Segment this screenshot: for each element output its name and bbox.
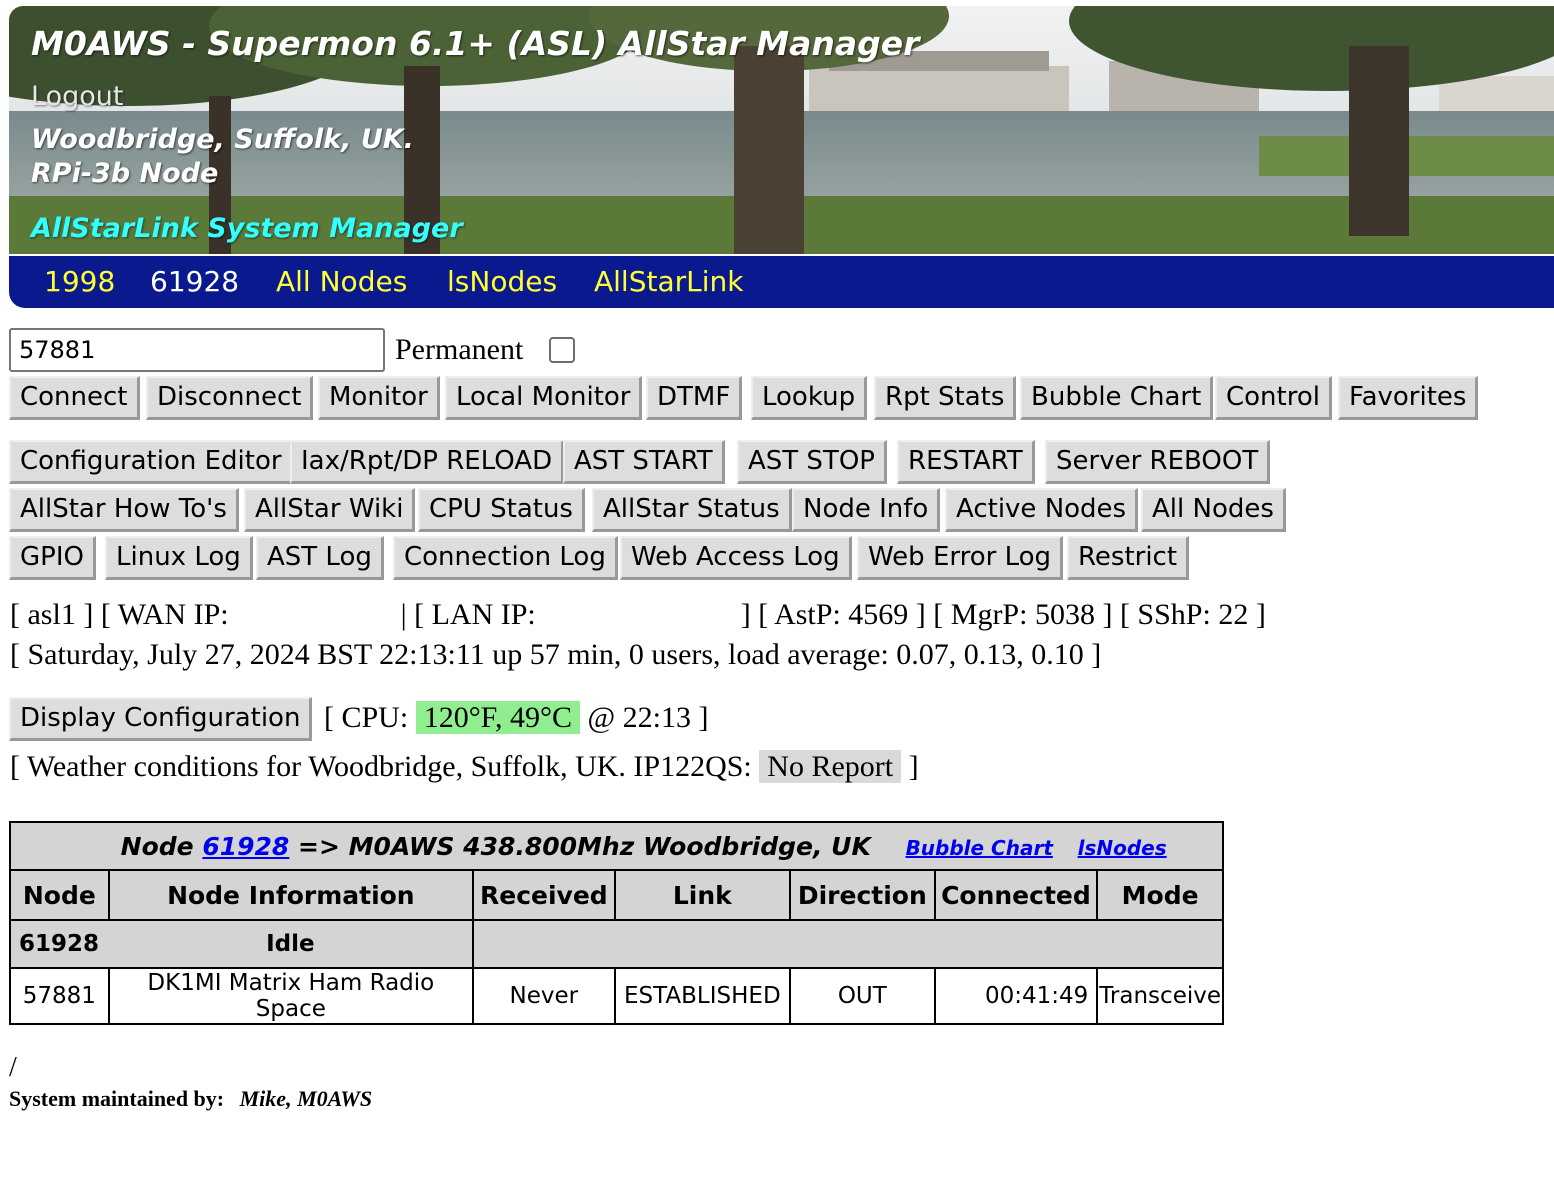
allstar-howtos-button[interactable]: AllStar How To's — [9, 488, 239, 532]
maintained-label: System maintained by: — [9, 1086, 225, 1111]
row-node: 57881 — [9, 967, 110, 1025]
cpu-time: @ 22:13 ] — [587, 701, 709, 734]
allstar-status-button[interactable]: AllStar Status — [592, 488, 792, 532]
maintainer-name: Mike, M0AWS — [239, 1086, 373, 1111]
monitor-button[interactable]: Monitor — [318, 376, 440, 420]
local-node-number: 61928 — [9, 919, 109, 969]
local-monitor-button[interactable]: Local Monitor — [445, 376, 643, 420]
configuration-editor-button[interactable]: Configuration Editor — [9, 440, 294, 484]
permanent-checkbox[interactable] — [549, 337, 575, 363]
node-hardware: RPi-3b Node — [31, 158, 219, 189]
caption-prefix: Node — [120, 831, 194, 861]
caption-lsnodes-link[interactable]: lsNodes — [1078, 836, 1167, 860]
table-header-row: Node Node Information Received Link Dire… — [9, 869, 1224, 921]
all-nodes-button[interactable]: All Nodes — [1141, 488, 1286, 532]
row-mode: Transceive — [1096, 967, 1224, 1025]
connection-log-button[interactable]: Connection Log — [393, 536, 618, 580]
table-row: 57881 DK1MI Matrix Ham Radio Space Never… — [9, 967, 1224, 1025]
node-info-button[interactable]: Node Info — [792, 488, 941, 532]
table-caption: Node 61928 => M0AWS 438.800Mhz Woodbridg… — [108, 821, 1225, 871]
site-subtitle: AllStarLink System Manager — [31, 213, 463, 244]
table-row-local-node: 61928 Idle — [9, 919, 1224, 969]
caption-bubble-chart-link[interactable]: Bubble Chart — [906, 836, 1053, 860]
bubble-chart-button[interactable]: Bubble Chart — [1020, 376, 1214, 420]
col-header-direction: Direction — [789, 869, 936, 921]
cpu-temp-badge: 120°F, 49°C — [415, 701, 580, 734]
cpu-label: [ CPU: — [324, 701, 409, 734]
cpu-temp-line: [ CPU: 120°F, 49°C @ 22:13 ] — [324, 701, 708, 735]
dtmf-button[interactable]: DTMF — [646, 376, 743, 420]
local-node-state: Idle — [108, 919, 475, 969]
node-status-table: Node 61928 => M0AWS 438.800Mhz Woodbridg… — [9, 821, 1225, 1025]
nav-bar: 1998 61928 All Nodes lsNodes AllStarLink — [9, 256, 1554, 308]
row-received: Never — [472, 967, 616, 1025]
favorites-button[interactable]: Favorites — [1338, 376, 1479, 420]
gpio-button[interactable]: GPIO — [9, 536, 96, 580]
active-nodes-button[interactable]: Active Nodes — [945, 488, 1139, 532]
row-node-information: DK1MI Matrix Ham Radio Space — [107, 967, 475, 1025]
ast-log-button[interactable]: AST Log — [256, 536, 384, 580]
server-reboot-button[interactable]: Server REBOOT — [1045, 440, 1271, 484]
nav-link-61928[interactable]: 61928 — [150, 265, 239, 298]
site-title: M0AWS - Supermon 6.1+ (ASL) AllStar Mana… — [31, 24, 920, 63]
weather-close: ] — [908, 750, 919, 783]
linux-log-button[interactable]: Linux Log — [105, 536, 253, 580]
caption-description: => M0AWS 438.800Mhz Woodbridge, UK — [298, 831, 871, 861]
control-button[interactable]: Control — [1215, 376, 1332, 420]
col-header-node: Node — [9, 869, 110, 921]
lan-ip-label: | [ LAN IP: — [400, 598, 536, 631]
web-error-log-button[interactable]: Web Error Log — [857, 536, 1064, 580]
disconnect-button[interactable]: Disconnect — [146, 376, 314, 420]
rpt-stats-button[interactable]: Rpt Stats — [874, 376, 1017, 420]
weather-line: [ Weather conditions for Woodbridge, Suf… — [10, 750, 919, 784]
ast-stop-button[interactable]: AST STOP — [737, 440, 887, 484]
restrict-button[interactable]: Restrict — [1067, 536, 1190, 580]
header-banner: M0AWS - Supermon 6.1+ (ASL) AllStar Mana… — [9, 6, 1554, 254]
table-caption-row: Node 61928 => M0AWS 438.800Mhz Woodbridg… — [9, 821, 1225, 871]
display-configuration-button[interactable]: Display Configuration — [9, 697, 313, 741]
server-info-line: [ asl1 ] [ WAN IP: | [ LAN IP: ] [ AstP: 4… — [10, 598, 1266, 632]
weather-label: [ Weather conditions for Woodbridge, Suf… — [10, 750, 752, 783]
caption-node-link[interactable]: 61928 — [202, 832, 289, 861]
row-link: ESTABLISHED — [613, 967, 792, 1025]
wan-ip-label: [ WAN IP: — [100, 598, 229, 631]
weather-badge: No Report — [759, 750, 902, 783]
caption-spacer — [9, 821, 109, 871]
row-connected: 00:41:49 — [933, 967, 1099, 1025]
col-header-mode: Mode — [1096, 869, 1224, 921]
host-name: [ asl1 ] — [10, 598, 94, 631]
connect-button[interactable]: Connect — [9, 376, 140, 420]
site-location: Woodbridge, Suffolk, UK. — [31, 124, 414, 155]
logout-link[interactable]: Logout — [31, 81, 123, 112]
footer-slash: / — [9, 1052, 17, 1083]
uptime-line: [ Saturday, July 27, 2024 BST 22:13:11 u… — [10, 638, 1102, 671]
nav-link-all-nodes[interactable]: All Nodes — [276, 265, 407, 298]
node-number-input[interactable] — [9, 328, 385, 372]
col-header-received: Received — [472, 869, 616, 921]
col-header-connected: Connected — [933, 869, 1099, 921]
ports-info: ] [ AstP: 4569 ] [ MgrP: 5038 ] [ SShP: … — [740, 598, 1266, 631]
restart-button[interactable]: RESTART — [897, 440, 1035, 484]
web-access-log-button[interactable]: Web Access Log — [620, 536, 852, 580]
nav-link-lsnodes[interactable]: lsNodes — [447, 265, 557, 298]
col-header-link: Link — [613, 869, 792, 921]
nav-link-1998[interactable]: 1998 — [44, 265, 115, 298]
reload-button[interactable]: Iax/Rpt/DP RELOAD — [290, 440, 565, 484]
ast-start-button[interactable]: AST START — [563, 440, 725, 484]
footer-maintainer: System maintained by: Mike, M0AWS — [9, 1086, 372, 1112]
row-direction: OUT — [789, 967, 936, 1025]
allstar-wiki-button[interactable]: AllStar Wiki — [244, 488, 416, 532]
local-node-empty — [472, 919, 1224, 969]
cpu-status-button[interactable]: CPU Status — [418, 488, 585, 532]
nav-link-allstarlink[interactable]: AllStarLink — [594, 265, 743, 298]
lookup-button[interactable]: Lookup — [751, 376, 868, 420]
col-header-node-information: Node Information — [107, 869, 475, 921]
permanent-label: Permanent — [395, 333, 524, 366]
